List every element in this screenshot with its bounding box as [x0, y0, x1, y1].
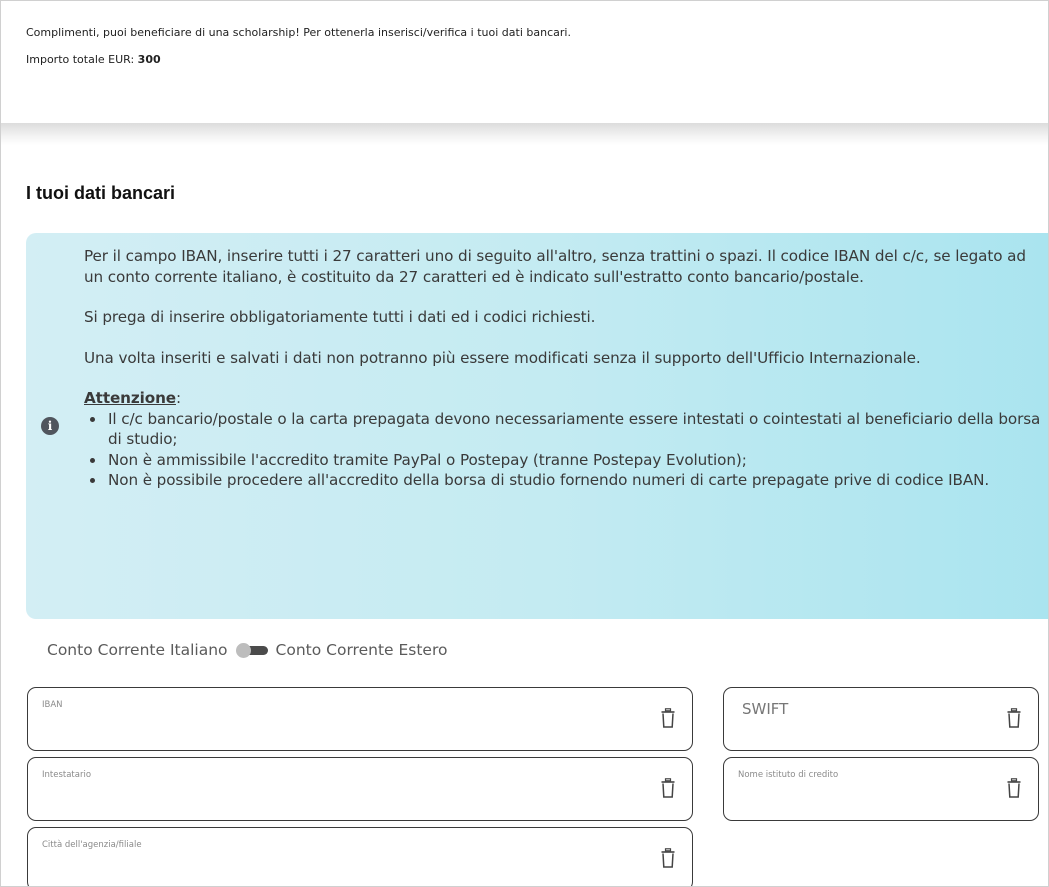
section-divider [1, 123, 1048, 145]
toggle-knob [235, 643, 251, 658]
total-amount: Importo totale EUR: 300 [26, 53, 161, 66]
toggle-label-foreign: Conto Corrente Estero [275, 641, 448, 659]
trash-icon[interactable] [1007, 708, 1021, 728]
swift-input[interactable] [738, 718, 992, 736]
attention-label: Attenzione [84, 389, 176, 407]
bank-name-label: Nome istituto di credito [738, 770, 839, 780]
info-circle-icon: i [41, 417, 59, 435]
account-holder-label: Intestatario [42, 770, 92, 780]
scholarship-banner: Complimenti, puoi beneficiare di una sch… [1, 1, 1048, 123]
scholarship-message: Complimenti, puoi beneficiare di una sch… [26, 26, 571, 39]
iban-label: IBAN [42, 700, 63, 710]
account-type-toggle-row: Conto Corrente Italiano Conto Corrente E… [47, 641, 447, 659]
swift-field[interactable]: SWIFT [723, 687, 1039, 751]
trash-icon[interactable] [661, 848, 675, 868]
branch-city-label: Città dell'agenzia/filiale [42, 840, 142, 850]
account-holder-input[interactable] [42, 788, 646, 806]
branch-city-input[interactable] [42, 858, 646, 876]
trash-icon[interactable] [661, 778, 675, 798]
attention-item: Il c/c bancario/postale o la carta prepa… [106, 409, 1048, 450]
page-frame: Complimenti, puoi beneficiare di una sch… [0, 0, 1049, 887]
info-paragraph-iban: Per il campo IBAN, inserire tutti i 27 c… [84, 247, 1026, 286]
attention-item: Non è possibile procedere all'accredito … [106, 470, 1048, 491]
iban-input[interactable] [42, 718, 646, 736]
info-paragraph-locked: Una volta inseriti e salvati i dati non … [84, 348, 921, 367]
toggle-label-italian: Conto Corrente Italiano [47, 641, 228, 659]
attention-heading: Attenzione: [84, 388, 1048, 409]
bank-name-input[interactable] [738, 788, 992, 806]
branch-city-field[interactable]: Città dell'agenzia/filiale [27, 827, 693, 886]
total-amount-label: Importo totale EUR: [26, 53, 135, 66]
attention-list: Il c/c bancario/postale o la carta prepa… [106, 409, 1048, 491]
info-text: Per il campo IBAN, inserire tutti i 27 c… [84, 246, 1048, 491]
attention-item: Non è ammissibile l'accredito tramite Pa… [106, 450, 1048, 471]
info-paragraph-required: Si prega di inserire obbligatoriamente t… [84, 308, 596, 326]
section-title: I tuoi dati bancari [26, 183, 176, 203]
trash-icon[interactable] [1007, 778, 1021, 798]
account-type-toggle[interactable] [234, 643, 268, 658]
trash-icon[interactable] [661, 708, 675, 728]
total-amount-value: 300 [137, 53, 161, 66]
iban-field[interactable]: IBAN [27, 687, 693, 751]
attention-colon: : [175, 389, 182, 407]
account-holder-field[interactable]: Intestatario [27, 757, 693, 821]
swift-label: SWIFT [742, 700, 789, 718]
bank-name-field[interactable]: Nome istituto di credito [723, 757, 1039, 821]
